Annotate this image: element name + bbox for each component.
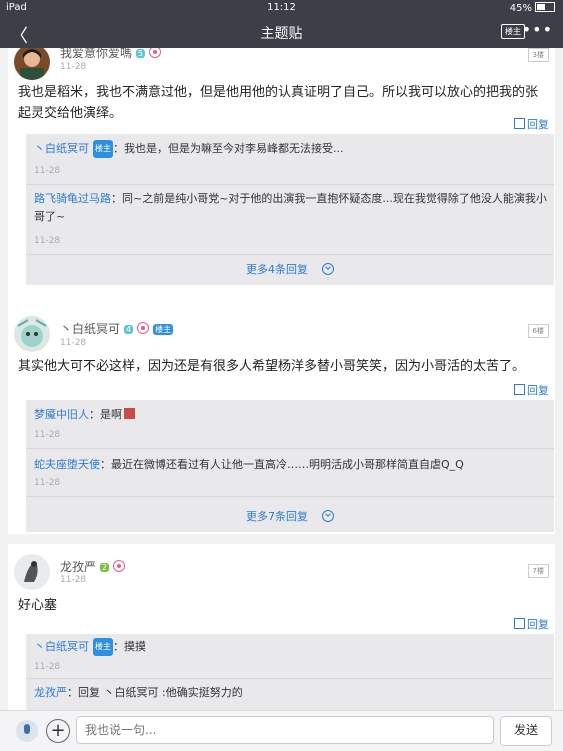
sub-date: 11-28 [34,662,61,672]
female-icon [137,322,150,334]
clock: 11:12 [267,2,296,13]
post: 我爱意你爱嗎 5 11-28 3楼 我也是稻米，我也不满意过他，但是他用他的认真证… [8,48,555,350]
battery-indicator: 45% [510,2,555,14]
post-text: 好心塞 [18,598,58,613]
floor-label: 7楼 [527,564,549,578]
more-replies-button[interactable]: 更多4条回复 [26,261,554,277]
divider [26,496,554,497]
nav-bar: 〈 主题贴 楼主 ••• [0,16,563,48]
female-icon [113,560,126,572]
sub-date: 11-28 [34,478,61,488]
post: 丶白纸冥可 4 楼主 11-28 6楼 其实他大可不必这样，因为还是有很多人希望杨洋… [8,306,555,534]
edit-icon [514,618,525,629]
post-text: 我也是稻米，我也不满意过他，但是他用他的认真证明了自己。所以我可以放心的把我的张… [18,85,539,121]
post-date: 11-28 [60,338,87,348]
post-date: 11-28 [60,62,87,72]
divider [26,678,554,679]
reply-button[interactable]: 回复 [514,116,549,132]
input-bar: + 发送 [0,710,563,751]
female-icon [149,48,162,58]
avatar[interactable] [14,48,50,80]
emoji-icon [124,408,135,419]
floor-label: 3楼 [527,48,549,62]
sub-date: 11-28 [34,430,61,440]
level-badge: 2 [100,563,110,572]
level-badge: 5 [136,49,146,58]
reply-button[interactable]: 回复 [514,382,549,398]
edit-icon [514,384,525,395]
avatar[interactable] [14,554,50,590]
sub-reply[interactable]: 龙孜严：回复 丶白纸冥可 :他确实挺努力的 [34,684,549,702]
owner-badge: 楼主 [153,324,174,335]
username[interactable]: 丶白纸冥可 4 楼主 [60,320,174,337]
sub-reply-box: 丶白纸冥可 楼主 ：摸摸 11-28 龙孜严：回复 丶白纸冥可 :他确实挺努力的 [26,634,554,710]
sub-reply[interactable]: 丶白纸冥可 楼主 ：摸摸 [34,638,549,656]
username[interactable]: 我爱意你爱嗎 5 [60,48,162,61]
send-button[interactable]: 发送 [500,716,552,746]
more-replies-button[interactable]: 更多7条回复 [26,508,554,524]
divider [26,254,554,255]
sub-reply[interactable]: 梦魇中旧人：是啊 [34,406,549,424]
chevron-down-icon [322,263,334,275]
sub-reply-box: 丶白纸冥可 楼主 ：我也是，但是为嘛至今对李易峰都无法接受... 11-28 路飞骑… [26,134,554,285]
post-date: 11-28 [60,575,87,585]
sub-reply[interactable]: 路飞骑龟过马路：同~之前是纯小哥党~对于他的出演我一直抱怀疑态度...现在我觉得… [34,190,549,226]
reply-button[interactable]: 回复 [514,616,549,632]
add-icon[interactable]: + [46,719,70,743]
thread-content[interactable]: 我爱意你爱嗎 5 11-28 3楼 我也是稻米，我也不满意过他，但是他用他的认真证… [0,48,563,710]
edit-icon [514,118,525,129]
sub-reply[interactable]: 蛇夫座堕天使：最近在微博还看过有人让他一直高冷……明明活成小哥那样简直自虐Q_Q [34,456,549,474]
level-badge: 4 [124,325,134,334]
username[interactable]: 龙孜严 2 [60,558,126,575]
sub-reply-box: 梦魇中旧人：是啊 11-28 蛇夫座堕天使：最近在微博还看过有人让他一直高冷……… [26,400,554,532]
status-bar: iPad 11:12 45% [0,0,563,16]
post-text: 其实他大可不必这样，因为还是有很多人希望杨洋多替小哥笑笑，因为小哥活的太苦了。 [18,359,526,374]
microphone-icon[interactable] [16,720,38,742]
sub-date: 11-28 [34,166,61,176]
comment-input[interactable] [76,716,494,744]
avatar[interactable] [14,316,50,352]
post: 龙孜严 2 11-28 7楼 好心塞 回复 丶白纸冥可 楼主 ：摸摸 11-28 龙孜… [8,544,555,710]
sub-date: 11-28 [34,236,61,246]
sub-reply[interactable]: 丶白纸冥可 楼主 ：我也是，但是为嘛至今对李易峰都无法接受... [34,140,549,158]
battery-icon [535,2,555,12]
page-title: 主题贴 [260,26,303,42]
divider [26,448,554,449]
more-icon[interactable]: ••• [522,20,553,39]
floor-label: 6楼 [527,324,549,338]
chevron-down-icon [322,510,334,522]
divider [26,184,554,185]
